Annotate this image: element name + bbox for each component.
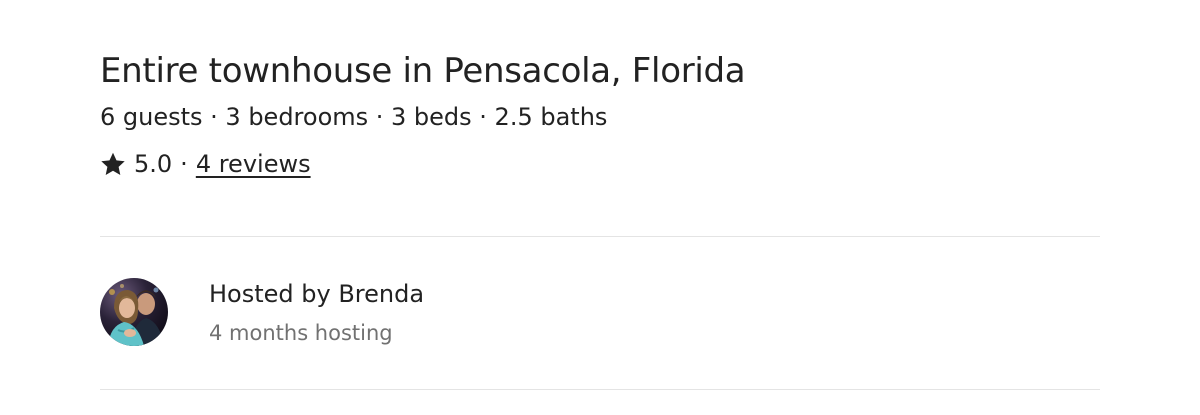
listing-title: Entire townhouse in Pensacola, Florida bbox=[100, 51, 746, 91]
section-divider-bottom bbox=[100, 389, 1100, 390]
rating-row: 5.0 · 4 reviews bbox=[100, 148, 311, 180]
reviews-link[interactable]: 4 reviews bbox=[196, 150, 311, 178]
star-icon bbox=[101, 152, 125, 175]
host-avatar-photo bbox=[100, 278, 168, 346]
rating-separator: · bbox=[180, 150, 188, 178]
host-duration: 4 months hosting bbox=[209, 321, 393, 345]
host-avatar[interactable] bbox=[100, 278, 168, 346]
listing-overview: 6 guests · 3 bedrooms · 3 beds · 2.5 bat… bbox=[100, 103, 608, 131]
section-divider bbox=[100, 236, 1100, 237]
host-name: Hosted by Brenda bbox=[209, 280, 425, 308]
rating-value: 5.0 bbox=[134, 150, 173, 178]
